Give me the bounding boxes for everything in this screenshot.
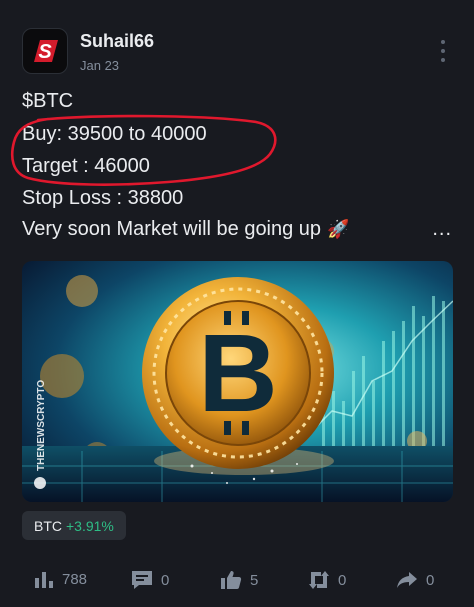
share-count: 0 bbox=[426, 571, 435, 589]
bitcoin-coin-illustration: B THENEWSCRYPTO bbox=[22, 261, 453, 502]
author-name[interactable]: Suhail66 bbox=[80, 31, 154, 52]
post-date: Jan 23 bbox=[80, 58, 120, 73]
like-count: 5 bbox=[250, 571, 259, 589]
thumbs-up-icon bbox=[221, 571, 242, 589]
post-line-target: Target : 46000 bbox=[22, 155, 150, 177]
image-watermark: THENEWSCRYPTO bbox=[36, 380, 47, 471]
post-line-ticker: $BTC bbox=[22, 90, 74, 112]
rocket-icon: 🚀 bbox=[327, 219, 350, 239]
avatar-logo-icon: S bbox=[34, 40, 58, 63]
author-avatar[interactable]: S bbox=[22, 28, 68, 74]
comment-button[interactable]: 0 bbox=[131, 570, 169, 590]
post-image[interactable]: B THENEWSCRYPTO bbox=[22, 261, 453, 502]
feed-post: S Suhail66 Jan 23 $BTC Buy: 39500 to 400… bbox=[0, 0, 474, 607]
bitcoin-symbol-icon: B bbox=[198, 312, 277, 435]
views-bar-chart-icon bbox=[35, 572, 53, 588]
views-count: 788 bbox=[62, 570, 88, 588]
svg-text:S: S bbox=[38, 41, 52, 63]
coin-tag-symbol: BTC bbox=[34, 517, 62, 534]
comment-icon bbox=[132, 571, 152, 589]
repost-icon bbox=[309, 571, 329, 589]
post-line-message: Very soon Market will be going up 🚀 bbox=[22, 218, 349, 241]
more-options-icon[interactable] bbox=[440, 40, 446, 62]
share-arrow-icon bbox=[397, 572, 417, 588]
comment-count: 0 bbox=[161, 571, 170, 589]
expand-text-button[interactable]: ... bbox=[432, 218, 452, 241]
coin-tag-btc[interactable]: BTC +3.91% bbox=[22, 511, 126, 540]
share-button[interactable]: 0 bbox=[396, 570, 434, 590]
post-line-message-text: Very soon Market will be going up bbox=[22, 218, 322, 240]
repost-button[interactable]: 0 bbox=[308, 570, 346, 590]
post-line-stop-loss: Stop Loss : 38800 bbox=[22, 187, 184, 209]
like-button[interactable]: 5 bbox=[220, 570, 258, 590]
views-stat: 788 bbox=[34, 570, 87, 588]
post-line-buy: Buy: 39500 to 40000 bbox=[22, 123, 207, 145]
coin-tag-change: +3.91% bbox=[66, 517, 114, 534]
repost-count: 0 bbox=[338, 571, 347, 589]
